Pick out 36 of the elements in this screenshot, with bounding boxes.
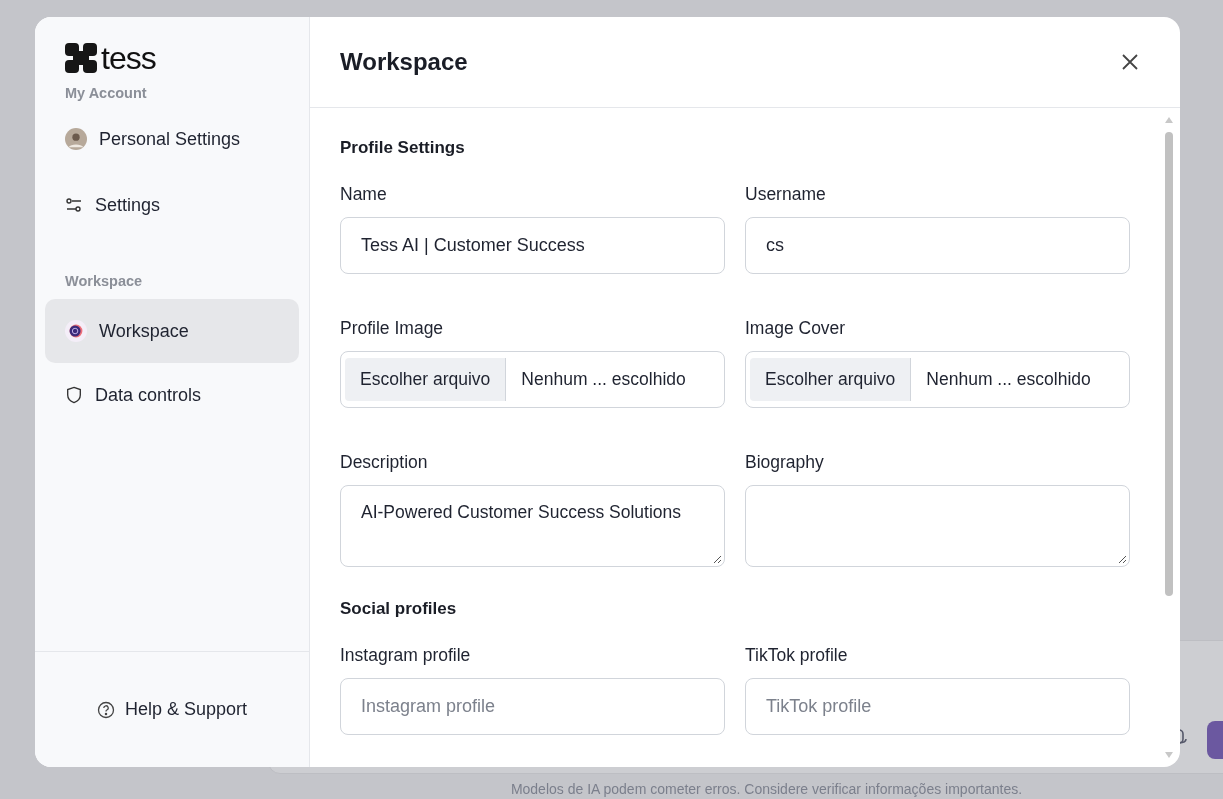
section-heading: Social profiles (340, 599, 458, 619)
field-label: Instagram profile (340, 645, 472, 666)
field-label: TikTok profile (745, 645, 849, 666)
section-title: Workspace (64, 273, 144, 289)
help-icon (96, 700, 115, 719)
logo-text: tess (101, 43, 156, 73)
disclaimer-text: Modelos de IA podem cometer erros. Considere verificar informações importantes. (509, 781, 1024, 797)
file-field[interactable]: Escolher arquivo Nenhum ... escolhido (745, 351, 1130, 408)
dialog-title: Workspace (340, 48, 468, 76)
field-label: Description (340, 452, 429, 473)
sidebar-item[interactable]: Workspace (45, 299, 299, 363)
text-field[interactable]: cs (745, 217, 1130, 274)
help-link[interactable]: Help & Support (96, 699, 248, 720)
close-icon[interactable] (1120, 52, 1140, 72)
avatar-icon (65, 128, 87, 150)
resize-grip-icon[interactable] (713, 555, 722, 564)
section-heading: Profile Settings (340, 138, 466, 158)
field-label: Name (340, 184, 388, 205)
sidebar-item[interactable]: Personal Settings (45, 111, 299, 167)
logo-icon (65, 43, 97, 73)
sidebar-item[interactable]: Data controls (45, 363, 299, 427)
sliders-icon (65, 196, 83, 214)
text-field[interactable]: TikTok profile (745, 678, 1130, 735)
section-title: My Account (64, 85, 148, 101)
text-field[interactable]: Tess AI | Customer Success (340, 217, 725, 274)
sidebar-item[interactable]: Settings (45, 173, 299, 237)
text-field[interactable]: Instagram profile (340, 678, 725, 735)
field-label: Username (745, 184, 827, 205)
field-label: Biography (745, 452, 825, 473)
field-label: Profile Image (340, 318, 445, 339)
file-field[interactable]: Escolher arquivo Nenhum ... escolhido (340, 351, 725, 408)
text-area[interactable]: AI-Powered Customer Success Solutions (340, 485, 725, 567)
field-label: Image Cover (745, 318, 847, 339)
resize-grip-icon[interactable] (1118, 555, 1127, 564)
workspace-logo-icon (65, 320, 87, 342)
shield-icon (65, 386, 83, 404)
